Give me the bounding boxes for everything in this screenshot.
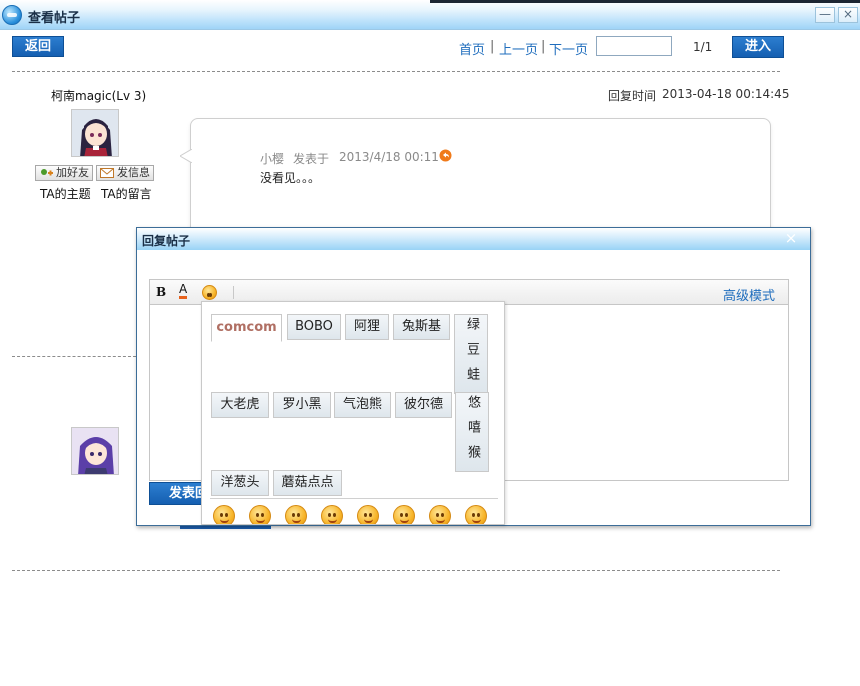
- author-avatar[interactable]: [71, 109, 119, 157]
- add-friend-button[interactable]: 加好友: [35, 165, 93, 181]
- quote-date: 2013/4/18 00:11: [339, 150, 439, 164]
- emoticon-tab-yangcongtou[interactable]: 洋葱头: [211, 470, 269, 496]
- quote-author: 小樱: [260, 152, 285, 166]
- face-1-icon[interactable]: [213, 505, 235, 524]
- post-author-name: 柯南magic(Lv 3): [51, 89, 147, 103]
- pager-separator: |: [490, 39, 495, 54]
- emoticon-tab-youxihou[interactable]: 悠嘻猴: [455, 392, 489, 472]
- advanced-mode-link[interactable]: 高级模式: [723, 285, 775, 304]
- emoticon-tab-qipaoxiong[interactable]: 气泡熊: [334, 392, 391, 418]
- face-6-icon[interactable]: [393, 505, 415, 524]
- emoticon-tab-luoxiaohei[interactable]: 罗小黑: [273, 392, 331, 418]
- window-title: 查看帖子: [28, 11, 81, 26]
- quote-posted-label: 发表于: [293, 152, 330, 166]
- post-content: 没看见。。。: [260, 171, 321, 185]
- author-topics-link[interactable]: TA的主题: [40, 185, 91, 202]
- emoticon-tab-lvdouwa[interactable]: 绿豆蛙: [454, 314, 488, 394]
- emoticon-tab-tusiji[interactable]: 兔斯基: [393, 314, 450, 340]
- reply-arrow-icon[interactable]: [439, 149, 452, 162]
- pager-separator: |: [541, 39, 546, 54]
- close-window-button[interactable]: ×: [838, 7, 858, 23]
- toolbar-separator: [233, 286, 234, 299]
- reply-dialog-close-button[interactable]: ×: [783, 229, 799, 247]
- face-7-icon[interactable]: [429, 505, 451, 524]
- face-3-icon[interactable]: [285, 505, 307, 524]
- emoticon-tab-bierde[interactable]: 彼尔德: [395, 392, 452, 418]
- title-bar-strip: [430, 0, 860, 3]
- divider: [12, 71, 780, 72]
- reply-time-label: 回复时间: [608, 89, 657, 103]
- face-5-icon[interactable]: [357, 505, 379, 524]
- emoticon-tab-comcom[interactable]: comcom: [211, 314, 282, 342]
- first-page-link[interactable]: 首页: [459, 39, 485, 58]
- minimize-button[interactable]: —: [815, 7, 835, 23]
- face-4-icon[interactable]: [321, 505, 343, 524]
- add-friend-label: 加好友: [56, 166, 89, 179]
- divider: [12, 570, 780, 571]
- page-counter: 1/1: [693, 40, 713, 54]
- add-friend-icon: [41, 169, 53, 176]
- author-messages-link[interactable]: TA的留言: [101, 185, 152, 202]
- send-message-label: 发信息: [117, 166, 150, 179]
- reply-time-value: 2013-04-18 00:14:45: [662, 87, 790, 101]
- page-number-input[interactable]: [596, 36, 672, 56]
- divider: [12, 356, 136, 357]
- bubble-pointer: [180, 149, 192, 163]
- bold-button[interactable]: B: [156, 285, 166, 299]
- emoticon-tab-moguddiandian[interactable]: 蘑菇点点: [273, 470, 342, 496]
- emoticon-tab-ali[interactable]: 阿狸: [345, 314, 389, 340]
- face-8-icon[interactable]: [465, 505, 487, 524]
- emoticon-button-icon[interactable]: [202, 285, 217, 300]
- face-2-icon[interactable]: [249, 505, 271, 524]
- back-button[interactable]: 返回: [12, 36, 64, 57]
- app-logo-icon: [2, 5, 22, 25]
- envelope-icon: [100, 168, 114, 178]
- emoticon-tab-bobo[interactable]: BOBO: [287, 314, 341, 340]
- reply-dialog-title: 回复帖子: [142, 234, 191, 248]
- window-title-bar: 查看帖子 — ×: [0, 0, 860, 30]
- font-color-button[interactable]: A: [179, 283, 188, 299]
- prev-page-link[interactable]: 上一页: [499, 39, 538, 58]
- panel-divider: [210, 498, 498, 499]
- send-message-button[interactable]: 发信息: [96, 165, 154, 181]
- second-author-avatar[interactable]: [71, 427, 119, 475]
- reply-dialog-header: 回复帖子 ×: [137, 228, 810, 250]
- emoticon-panel: comcom BOBO 阿狸 兔斯基 绿豆蛙 大老虎 罗小黑 气泡熊 彼尔德 悠…: [201, 301, 505, 525]
- next-page-link[interactable]: 下一页: [549, 39, 588, 58]
- go-button[interactable]: 进入: [732, 36, 784, 58]
- emoticon-tab-dalaohu[interactable]: 大老虎: [211, 392, 269, 418]
